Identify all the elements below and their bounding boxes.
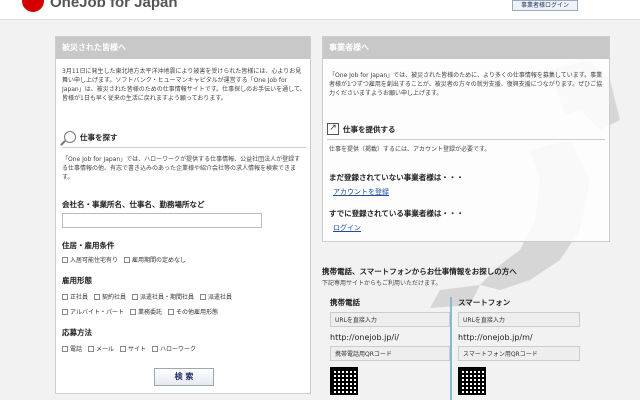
employment-type-label: 雇用形態 <box>62 276 92 285</box>
search-icon <box>64 131 76 143</box>
feature-phone-url[interactable]: http://onejob.jp/i/ <box>330 333 450 342</box>
smartphone-url[interactable]: http://onejob.jp/m/ <box>458 333 580 342</box>
login-link[interactable]: ログイン <box>333 223 361 233</box>
search-section-title: 仕事を探す <box>80 132 118 142</box>
keyword-input[interactable] <box>62 213 262 228</box>
victims-panel-title: 被災された皆様へ <box>56 37 310 59</box>
smartphone-qr-code <box>458 367 486 395</box>
business-login-button[interactable]: 事業者様ログイン <box>512 0 578 11</box>
registered-text: すでに登録されている事業者様は・・・ <box>329 209 464 218</box>
cond-checkbox-indefinite[interactable]: 雇用期間の定めなし <box>124 255 186 264</box>
type-checkbox-dispatch[interactable]: 派遣社員 <box>200 292 232 301</box>
feature-phone-label: 携帯電話 <box>330 298 360 307</box>
conditions-label: 住居・雇用条件 <box>62 241 115 250</box>
keyword-label: 会社名・事業所名、仕事名、勤務場所など <box>62 200 205 209</box>
search-button[interactable]: 検 索 <box>154 368 214 386</box>
victims-panel: 被災された皆様へ 3月11日に発生した東北地方太平洋沖地震により被害を受けられた… <box>55 36 311 394</box>
apply-checkbox-phone[interactable]: 電話 <box>62 344 82 353</box>
mobile-section-title: 携帯電話、スマートフォンからお仕事情報をお探しの方へ <box>322 267 517 276</box>
provide-job-title: 仕事を提供する <box>343 124 396 134</box>
smartphone-qr-label: スマートフォン用QRコード <box>458 346 580 361</box>
type-checkbox-outsourcing[interactable]: 業務委託 <box>129 307 162 316</box>
apply-checkbox-email[interactable]: メール <box>88 344 114 353</box>
top-bar: OneJob for Japan 事業者様ログイン <box>0 0 640 20</box>
apply-checkbox-hellowork[interactable]: ハローワーク <box>152 344 196 353</box>
business-intro: 「One Job for Japan」では、被災された皆様のために、より多くの仕… <box>329 72 603 97</box>
smartphone-label: スマートフォン <box>458 298 511 307</box>
apply-checkbox-site[interactable]: サイト <box>120 344 146 353</box>
not-registered-text: まだ登録されていない事業者様は・・・ <box>329 173 464 182</box>
mobile-section-desc: 下記専用サイトからもご利用いただけます。 <box>322 280 442 287</box>
search-description: 「One Job for Japan」では、ハローワークが提供する仕事情報、公益… <box>62 156 301 181</box>
type-checkbox-fulltime[interactable]: 正社員 <box>62 292 88 301</box>
mobile-column-feature-phone: 携帯電話 URLを直接入力 http://onejob.jp/i/ 携帯電話用Q… <box>330 297 452 400</box>
logo-mark <box>22 0 44 12</box>
cond-checkbox-housing[interactable]: 入居可能住宅有り <box>62 255 118 264</box>
feature-phone-qr-label: 携帯電話用QRコード <box>330 346 450 361</box>
feature-phone-qr-code <box>330 367 358 395</box>
feature-phone-url-field-label: URLを直接入力 <box>330 312 450 327</box>
apply-method-label: 応募方法 <box>62 328 92 337</box>
business-panel: 事業者様へ 「One Job for Japan」では、被災された皆様のために、… <box>322 36 610 242</box>
type-checkbox-other[interactable]: その他雇用形態 <box>167 307 218 316</box>
type-checkbox-parttime[interactable]: アルバイト・パート <box>62 307 124 316</box>
smartphone-url-field-label: URLを直接入力 <box>458 312 580 327</box>
provide-job-icon: ↗ <box>327 123 339 135</box>
type-checkbox-temp-period[interactable]: 派遣社員・期間社員 <box>132 292 194 301</box>
register-account-link[interactable]: アカウントを登録 <box>333 187 389 197</box>
victims-intro: 3月11日に発生した東北地方太平洋沖地震により被害を受けられた皆様には、心よりお… <box>62 68 306 102</box>
business-panel-title: 事業者様へ <box>323 37 609 59</box>
provide-job-desc: 仕事を提供（掲載）するには、アカウント登録が必要です。 <box>329 146 491 153</box>
type-checkbox-contract[interactable]: 契約社員 <box>94 292 126 301</box>
site-logo[interactable]: OneJob for Japan <box>50 0 178 11</box>
mobile-column-smartphone: スマートフォン URLを直接入力 http://onejob.jp/m/ スマー… <box>458 297 580 395</box>
